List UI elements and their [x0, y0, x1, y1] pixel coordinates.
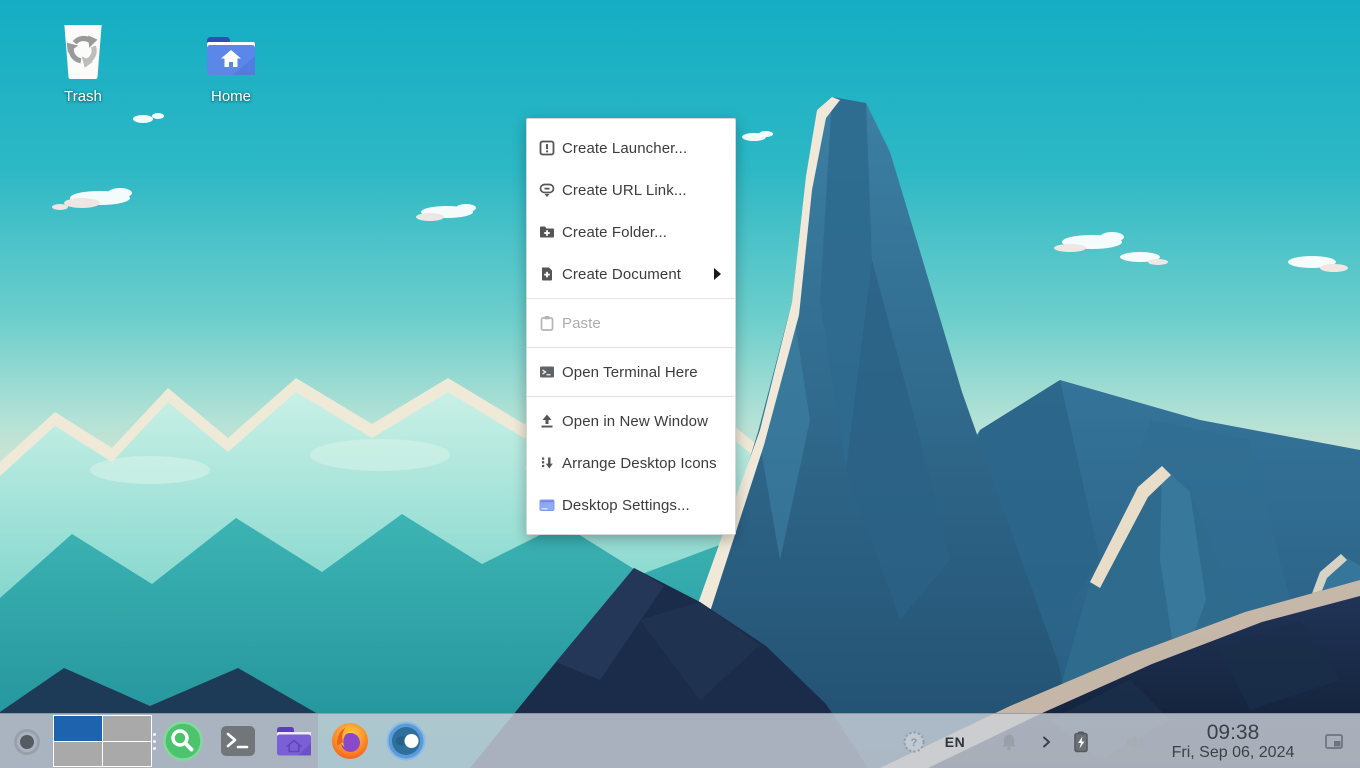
battery-button[interactable]	[1070, 714, 1092, 768]
desktop-context-menu: Create Launcher... Create URL Link... Cr…	[526, 118, 736, 535]
launcher-icon	[539, 140, 555, 156]
clock-date: Fri, Sep 06, 2024	[1172, 744, 1295, 762]
terminal-launcher-button[interactable]	[218, 721, 258, 761]
trash-icon	[55, 22, 111, 80]
url-link-icon	[539, 182, 555, 198]
home-folder-icon	[203, 22, 259, 80]
app-finder-button[interactable]	[163, 721, 203, 761]
menu-item-label: Create Launcher...	[562, 140, 687, 157]
clock-time: 09:38	[1207, 721, 1260, 745]
terminal-icon	[539, 364, 555, 380]
workspace-4[interactable]	[103, 742, 151, 767]
panel-radio-button[interactable]	[14, 729, 40, 755]
workspace-3[interactable]	[54, 742, 102, 767]
menu-item-open-in-new-window[interactable]: Open in New Window	[527, 400, 735, 442]
help-badge-button[interactable]: ?	[900, 714, 928, 768]
battery-icon	[1070, 730, 1092, 754]
file-manager-button[interactable]	[274, 721, 314, 761]
new-folder-icon	[539, 224, 555, 240]
settings-toggle-icon	[386, 721, 426, 761]
desktop-icon-label: Home	[211, 88, 251, 105]
keyboard-layout-label: EN	[945, 734, 965, 750]
keyboard-layout-button[interactable]: EN	[938, 714, 972, 768]
terminal-launcher-icon	[218, 721, 258, 761]
menu-item-desktop-settings[interactable]: Desktop Settings...	[527, 484, 735, 526]
notification-bell-button[interactable]	[998, 714, 1020, 768]
firefox-icon	[330, 721, 370, 761]
workspace-2[interactable]	[103, 716, 151, 741]
menu-item-create-launcher[interactable]: Create Launcher...	[527, 127, 735, 169]
desktop-icon-trash[interactable]: Trash	[35, 22, 131, 105]
menu-separator	[527, 396, 735, 397]
open-new-window-icon	[539, 413, 555, 429]
desktop-icon-label: Trash	[64, 88, 102, 105]
tray-expand-button[interactable]	[1036, 714, 1056, 768]
desktop-settings-icon	[539, 497, 555, 513]
menu-item-label: Open Terminal Here	[562, 364, 698, 381]
menu-item-label: Create URL Link...	[562, 182, 687, 199]
submenu-arrow-icon	[714, 268, 721, 280]
file-manager-icon	[274, 721, 314, 761]
menu-item-label: Create Document	[562, 266, 681, 283]
svg-text:?: ?	[911, 737, 918, 749]
menu-item-paste[interactable]: Paste	[527, 302, 735, 344]
menu-separator	[527, 347, 735, 348]
settings-toggle-button[interactable]	[386, 721, 426, 761]
menu-item-arrange-desktop-icons[interactable]: Arrange Desktop Icons	[527, 442, 735, 484]
app-finder-icon	[163, 721, 203, 761]
help-badge-icon: ?	[902, 730, 926, 754]
menu-item-label: Open in New Window	[562, 413, 708, 430]
menu-item-label: Create Folder...	[562, 224, 667, 241]
menu-item-create-folder[interactable]: Create Folder...	[527, 211, 735, 253]
expand-chevron-icon	[1038, 734, 1054, 750]
menu-item-label: Arrange Desktop Icons	[562, 455, 717, 472]
desktop-icon-home[interactable]: Home	[183, 22, 279, 105]
volume-icon	[1123, 730, 1147, 754]
volume-button[interactable]	[1122, 714, 1148, 768]
paste-icon	[539, 315, 555, 331]
menu-item-label: Desktop Settings...	[562, 497, 690, 514]
new-document-icon	[539, 266, 555, 282]
show-desktop-icon	[1324, 733, 1344, 751]
taskbar-panel: ? EN	[0, 713, 1360, 768]
workspace-1[interactable]	[54, 716, 102, 741]
menu-item-create-document[interactable]: Create Document	[527, 253, 735, 295]
desktop: Trash Home Create Launcher...	[0, 0, 1360, 768]
show-desktop-button[interactable]	[1322, 714, 1346, 768]
panel-drag-handle[interactable]	[149, 714, 159, 768]
arrange-icons-icon	[539, 455, 555, 471]
menu-item-open-terminal-here[interactable]: Open Terminal Here	[527, 351, 735, 393]
menu-item-label: Paste	[562, 315, 601, 332]
workspace-switcher	[53, 715, 152, 767]
clock[interactable]: 09:38 Fri, Sep 06, 2024	[1150, 714, 1316, 768]
menu-separator	[527, 298, 735, 299]
menu-item-create-url-link[interactable]: Create URL Link...	[527, 169, 735, 211]
notification-bell-icon	[999, 732, 1019, 752]
firefox-button[interactable]	[330, 721, 370, 761]
